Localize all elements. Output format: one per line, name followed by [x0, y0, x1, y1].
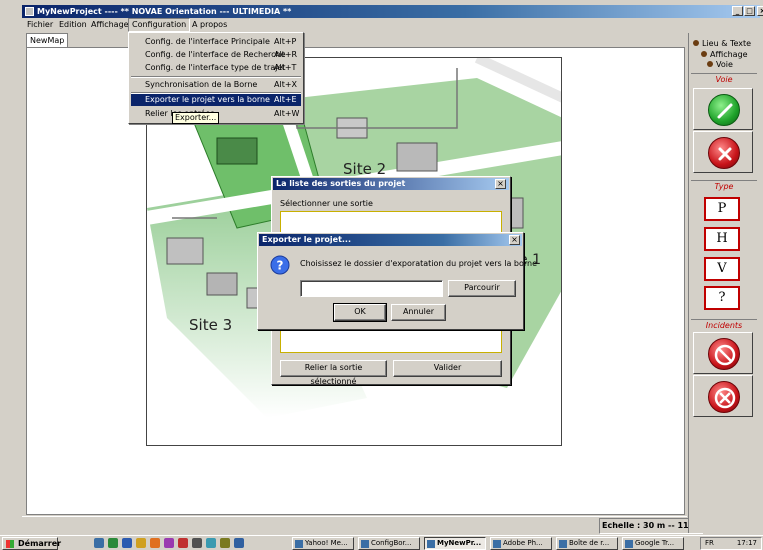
layer-voie[interactable]: Voie: [707, 59, 733, 70]
close-button[interactable]: ×: [757, 6, 763, 16]
layer-lieu-texte[interactable]: Lieu & Texte: [693, 38, 751, 49]
export-dialog: Exporter le projet... × ? Choisissez le …: [257, 232, 537, 330]
task-app-icon: [295, 540, 303, 548]
export-dialog-close-button[interactable]: ×: [509, 235, 520, 245]
menu-configuration[interactable]: Configuration: [128, 18, 191, 32]
quicklaunch-app-icon[interactable]: [192, 538, 202, 548]
section-voie-label: Voie: [691, 73, 757, 84]
export-dialog-message: Choisissez le dossier d'exporatation du …: [300, 259, 538, 268]
validate-button[interactable]: Valider: [393, 360, 502, 377]
incident-no-entry-button[interactable]: [693, 332, 753, 374]
quicklaunch-app-icon[interactable]: [164, 538, 174, 548]
quicklaunch-ie-icon[interactable]: [122, 538, 132, 548]
quicklaunch-desktop-icon[interactable]: [94, 538, 104, 548]
building: [396, 142, 438, 172]
menu-item-config-principale[interactable]: Config. de l'interface Principale Alt+P: [131, 36, 301, 48]
exits-dialog-title: La liste des sorties du projet: [273, 178, 509, 190]
taskbar: Démarrer Yahoo! Me... ConfigBor... MyNew…: [0, 535, 763, 550]
type-h-button[interactable]: H: [704, 227, 740, 251]
maximize-button[interactable]: □: [744, 6, 755, 16]
map-label-site-3: Site 3: [189, 316, 232, 334]
stop-cross-icon: [708, 137, 740, 169]
section-incidents-label: Incidents: [691, 319, 757, 330]
ok-button[interactable]: OK: [333, 303, 387, 322]
minimize-button[interactable]: _: [732, 6, 743, 16]
tab-newmap[interactable]: NewMap: [26, 33, 69, 47]
type-unknown-button[interactable]: ?: [704, 286, 740, 310]
menu-edition[interactable]: Edition: [56, 18, 90, 32]
quicklaunch-browser-icon[interactable]: [108, 538, 118, 548]
blocked-cross-icon: [708, 381, 740, 413]
menu-fichier[interactable]: Fichier: [24, 18, 56, 32]
no-entry-icon: [708, 338, 740, 370]
menu-tooltip: Exporter...: [172, 112, 220, 124]
start-button[interactable]: Démarrer: [2, 537, 61, 550]
task-mynewproject[interactable]: MyNewPr...: [424, 537, 486, 550]
menu-a-propos[interactable]: A propos: [189, 18, 230, 32]
status-bar: Echelle : 30 m -- 119: [22, 516, 703, 534]
exits-dialog-prompt: Sélectionner une sortie: [280, 199, 373, 208]
menu-item-config-recherche[interactable]: Config. de l'interface de Recherche Alt+R: [131, 49, 301, 61]
voie-validate-button[interactable]: [693, 88, 753, 130]
task-google-translate[interactable]: Google Tr...: [622, 537, 684, 550]
go-check-icon: [708, 94, 740, 126]
svg-text:?: ?: [277, 259, 284, 273]
configuration-menu: Config. de l'interface Principale Alt+P C…: [128, 32, 304, 124]
cancel-button[interactable]: Annuler: [391, 304, 446, 321]
menu-affichage[interactable]: Affichage: [88, 18, 132, 32]
language-indicator[interactable]: FR: [705, 538, 714, 549]
link-exit-button[interactable]: Relier la sortie sélectionné: [280, 360, 387, 386]
window-title-bar[interactable]: MyNewProject ---- ** NOVAE Orientation -…: [22, 5, 763, 18]
task-adobe-photoshop[interactable]: Adobe Ph...: [490, 537, 552, 550]
task-configborne[interactable]: ConfigBor...: [358, 537, 420, 550]
exits-dialog-close-button[interactable]: ×: [495, 179, 506, 189]
menu-bar: Fichier Edition Affichage Configuration …: [22, 18, 760, 32]
menu-item-synchronisation[interactable]: Synchronisation de la Borne Alt+X: [131, 79, 301, 91]
desktop: MyNewProject ---- ** NOVAE Orientation -…: [0, 0, 763, 550]
task-inbox[interactable]: Boîte de r...: [556, 537, 618, 550]
quicklaunch-mail-icon[interactable]: [136, 538, 146, 548]
sports-field: [216, 137, 258, 165]
layer-dot-icon: [693, 40, 699, 46]
type-p-button[interactable]: P: [704, 197, 740, 221]
system-tray: FR 17:17: [700, 537, 762, 550]
browse-button[interactable]: Parcourir: [448, 280, 516, 297]
export-dialog-title: Exporter le projet...: [259, 234, 522, 246]
task-app-icon: [625, 540, 633, 548]
menu-item-exporter[interactable]: Exporter le projet vers la borne Alt+E: [131, 94, 301, 106]
export-path-input[interactable]: [300, 280, 443, 297]
app-icon: [25, 7, 34, 16]
task-app-icon: [427, 540, 435, 548]
building: [206, 272, 238, 296]
question-icon: ?: [270, 255, 290, 275]
quicklaunch-media-icon[interactable]: [150, 538, 160, 548]
clock[interactable]: 17:17: [737, 538, 757, 549]
layer-dot-icon: [707, 61, 713, 67]
task-app-icon: [559, 540, 567, 548]
window-title: MyNewProject ---- ** NOVAE Orientation -…: [37, 7, 292, 16]
menu-item-config-trajet[interactable]: Config. de l'interface type de trajet Alt…: [131, 62, 301, 74]
task-app-icon: [361, 540, 369, 548]
menu-separator: [131, 76, 301, 78]
type-v-button[interactable]: V: [704, 257, 740, 281]
task-app-icon: [493, 540, 501, 548]
incident-blocked-button[interactable]: [693, 375, 753, 417]
voie-cancel-button[interactable]: [693, 131, 753, 173]
quicklaunch-app-icon[interactable]: [220, 538, 230, 548]
windows-flag-icon: [6, 540, 14, 548]
building: [166, 237, 204, 265]
quicklaunch-app-icon[interactable]: [178, 538, 188, 548]
quicklaunch-app-icon[interactable]: [206, 538, 216, 548]
layer-dot-icon: [701, 51, 707, 57]
tool-panel: Lieu & Texte Affichage Voie Voie Type P …: [688, 33, 758, 533]
quicklaunch-app-icon[interactable]: [234, 538, 244, 548]
task-yahoo[interactable]: Yahoo! Me...: [292, 537, 354, 550]
section-type-label: Type: [691, 180, 757, 191]
document-tabs: NewMap: [22, 33, 688, 47]
